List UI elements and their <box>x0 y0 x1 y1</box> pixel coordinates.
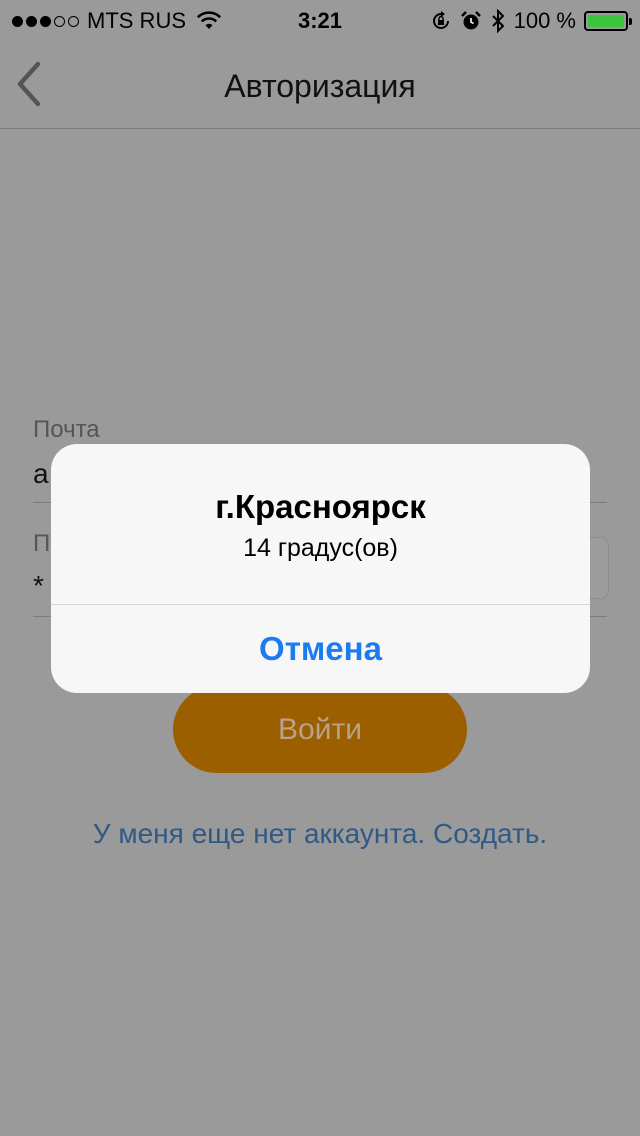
battery-level-fill <box>588 15 624 27</box>
cancel-button[interactable]: Отмена <box>51 605 590 693</box>
password-label: П <box>33 530 51 557</box>
orientation-lock-icon <box>432 11 449 29</box>
signal-strength-icon <box>12 15 79 27</box>
alert-dialog: г.Красноярск 14 градус(ов) Отмена <box>51 444 590 693</box>
email-label: Почта <box>33 416 100 443</box>
page-title: Авторизация <box>224 68 416 104</box>
signup-link[interactable]: У меня еще нет аккаунта. Создать. <box>0 818 640 850</box>
alert-title: г.Красноярск <box>215 488 426 525</box>
bluetooth-icon <box>491 9 505 33</box>
status-bar: MTS RUS 3:21 100 % <box>0 0 640 40</box>
navigation-bar: Авторизация <box>0 40 640 129</box>
carrier-name: MTS RUS <box>87 8 186 33</box>
wifi-icon <box>196 11 222 29</box>
battery-icon <box>584 11 632 31</box>
login-button[interactable]: Войти <box>173 686 467 773</box>
password-field[interactable]: * <box>33 570 44 602</box>
battery-percent: 100 % <box>513 8 576 33</box>
login-button-label: Войти <box>278 712 362 746</box>
alert-message: 14 градус(ов) <box>243 534 398 562</box>
email-field[interactable]: a <box>33 458 49 490</box>
alarm-icon <box>460 11 481 30</box>
status-bar-right: 100 % <box>430 8 632 34</box>
cancel-button-label: Отмена <box>259 630 382 667</box>
status-bar-left: MTS RUS <box>12 8 222 34</box>
